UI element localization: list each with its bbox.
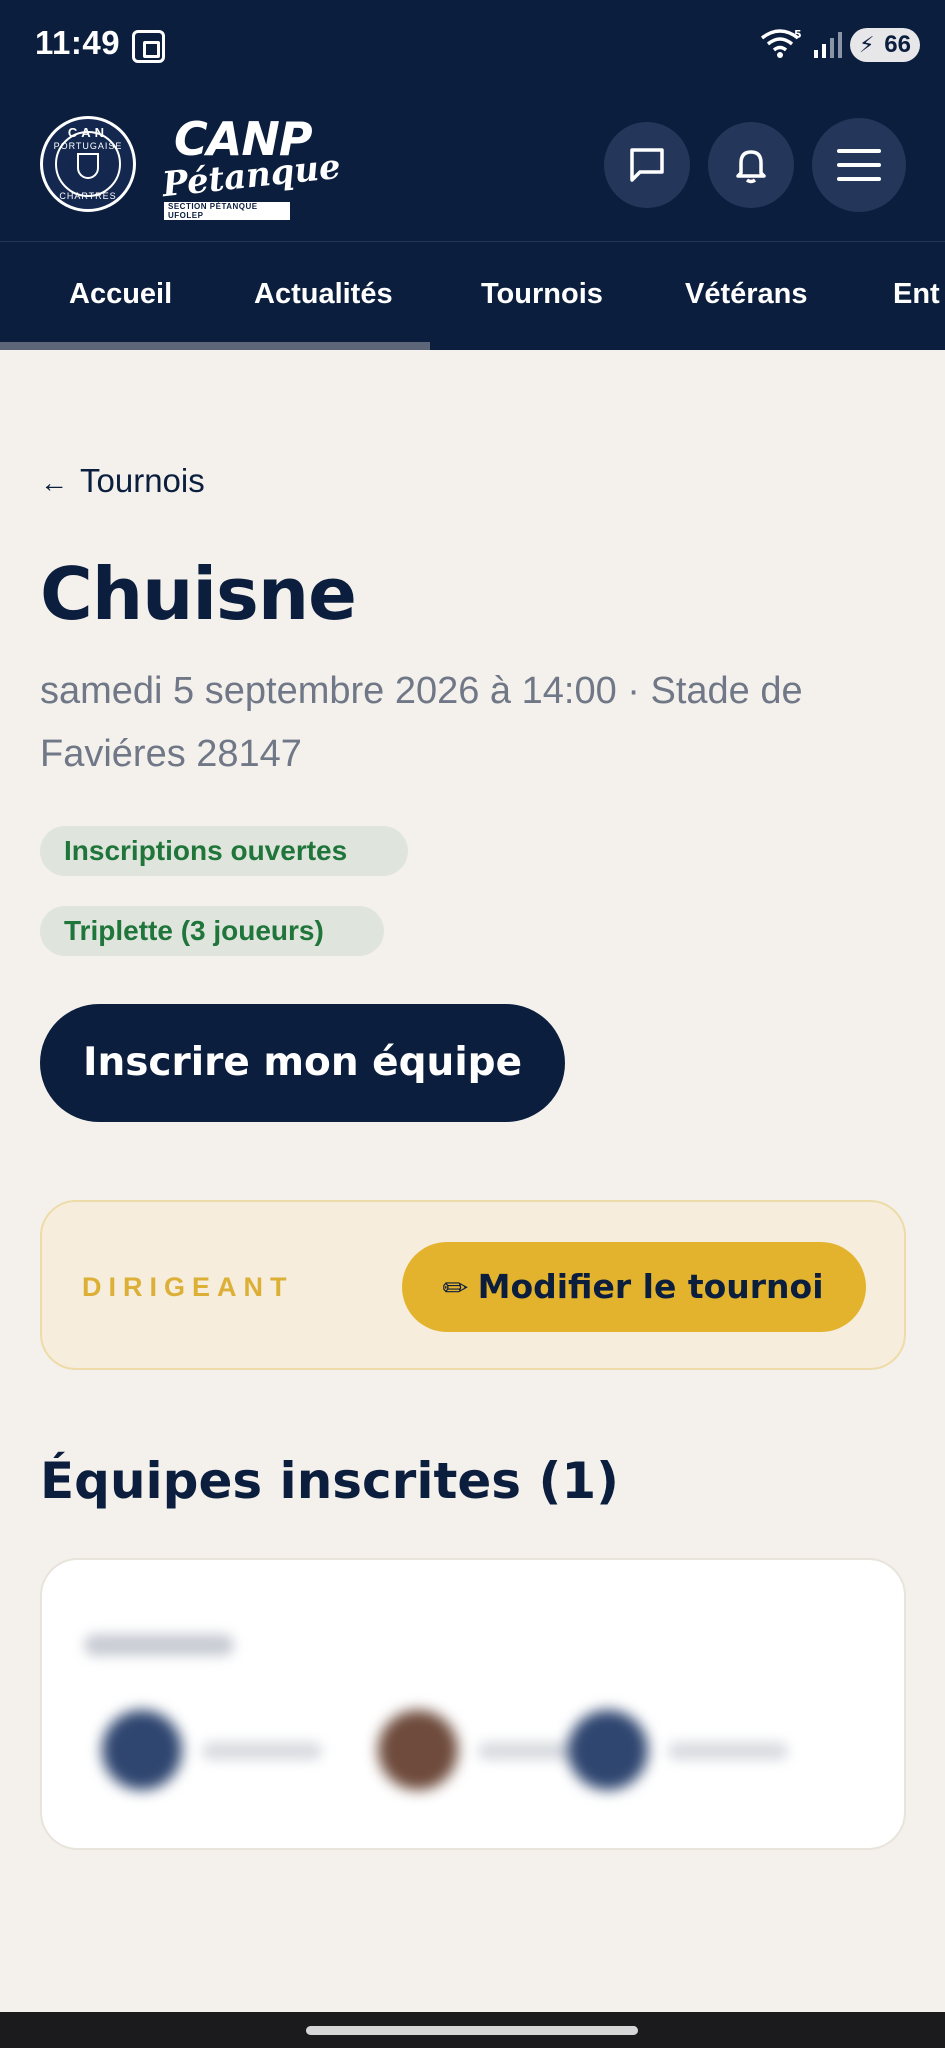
tab-veterans[interactable]: Vétérans [685, 278, 808, 311]
tab-actualites[interactable]: Actualités [254, 278, 393, 311]
admin-label: DIRIGEANT [82, 1272, 294, 1302]
avatar [378, 1710, 458, 1790]
status-badge: Inscriptions ouvertes [40, 826, 408, 876]
edit-tournament-button[interactable]: ✎Modifier le tournoi [402, 1242, 866, 1332]
avatar [568, 1710, 648, 1790]
main-nav: Accueil Actualités Tournois Vétérans Ent [0, 242, 945, 350]
brand-logo-subtitle: SECTION PÉTANQUE UFOLEP [164, 202, 290, 220]
club-logo[interactable]: CAN PORTUGAISE CHARTRES [40, 116, 136, 212]
system-navigation-bar [0, 2012, 945, 2048]
charging-icon: ⚡ [859, 32, 875, 57]
admin-panel: DIRIGEANT ✎Modifier le tournoi [40, 1200, 906, 1370]
nav-scroll-indicator [0, 342, 430, 350]
status-time: 11:49 [35, 24, 121, 61]
format-badge: Triplette (3 joueurs) [40, 906, 384, 956]
tab-accueil[interactable]: Accueil [69, 278, 172, 311]
chat-icon [630, 148, 664, 182]
signal-icon [814, 32, 842, 58]
battery-level: 66 [884, 31, 911, 58]
back-link[interactable]: ← Tournois [40, 462, 205, 500]
wifi-icon: 5 [760, 28, 802, 58]
club-logo-top: CAN [67, 125, 109, 140]
member-name-blurred [668, 1742, 788, 1760]
team-name-blurred [84, 1634, 234, 1656]
app-header: CAN PORTUGAISE CHARTRES CANP Pétanque SE… [0, 92, 945, 242]
page-title: Chuisne [40, 552, 357, 636]
battery-indicator: ⚡ 66 [850, 28, 920, 62]
wifi-badge: 5 [794, 28, 802, 41]
edit-tournament-label: Modifier le tournoi [477, 1267, 824, 1306]
club-logo-bottom: CHARTRES [59, 191, 117, 201]
shield-icon [77, 153, 99, 179]
bell-icon [736, 150, 766, 184]
brand-logo[interactable]: CANP Pétanque SECTION PÉTANQUE UFOLEP [160, 112, 342, 222]
arrow-left-icon: ← [40, 467, 68, 498]
member-name-blurred [202, 1742, 322, 1760]
tournament-meta: samedi 5 septembre 2026 à 14:00 · Stade … [40, 670, 803, 775]
status-bar: 11:49 5 ⚡ 66 [0, 0, 945, 92]
menu-button[interactable] [812, 118, 906, 212]
tab-tournois[interactable]: Tournois [481, 278, 603, 311]
team-card[interactable] [40, 1558, 906, 1850]
back-link-label: Tournois [80, 462, 205, 499]
messages-button[interactable] [604, 122, 690, 208]
hamburger-icon [837, 149, 881, 181]
register-team-button[interactable]: Inscrire mon équipe [40, 1004, 565, 1122]
tab-entrainements[interactable]: Ent [893, 278, 940, 311]
avatar [102, 1710, 182, 1790]
notifications-button[interactable] [708, 122, 794, 208]
screenshot-icon [132, 30, 165, 63]
teams-section-title: Équipes inscrites (1) [40, 1452, 619, 1510]
club-logo-middle: PORTUGAISE [53, 141, 123, 151]
home-gesture-handle[interactable] [306, 2026, 638, 2035]
